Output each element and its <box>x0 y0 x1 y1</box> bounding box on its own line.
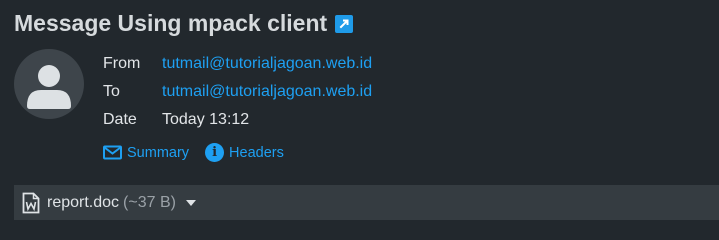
from-row: From tutmail@tutorialjagoan.web.id <box>103 52 372 80</box>
sender-avatar <box>14 49 84 119</box>
message-subject: Message Using mpack client <box>14 10 328 36</box>
date-label: Date <box>103 111 137 128</box>
attachment-name-link[interactable]: report.doc <box>47 194 119 212</box>
date-row: Date Today 13:12 <box>103 108 372 136</box>
headers-label: Headers <box>229 144 284 161</box>
attachment-size: (~37 B) <box>123 193 176 211</box>
to-row: To tutmail@tutorialjagoan.web.id <box>103 80 372 108</box>
summary-label: Summary <box>127 144 190 161</box>
chevron-down-icon[interactable] <box>185 199 196 206</box>
headers-link[interactable]: i Headers <box>205 143 284 162</box>
to-address-link[interactable]: tutmail@tutorialjagoan.web.id <box>162 80 372 108</box>
date-value: Today 13:12 <box>162 111 250 128</box>
summary-link[interactable]: Summary <box>103 145 189 161</box>
external-link-icon <box>339 19 349 28</box>
user-icon <box>27 65 71 109</box>
word-document-icon <box>22 192 40 213</box>
envelope-icon <box>103 145 122 160</box>
message-view: Message Using mpack client From tutmail@… <box>0 0 719 240</box>
open-in-new-window-button[interactable] <box>335 14 354 33</box>
message-headers: From tutmail@tutorialjagoan.web.id To tu… <box>103 52 372 136</box>
from-label: From <box>103 55 141 72</box>
info-icon: i <box>205 143 225 162</box>
subject-row: Message Using mpack client <box>14 10 354 37</box>
from-address-link[interactable]: tutmail@tutorialjagoan.web.id <box>162 52 372 80</box>
header-actions: Summary i Headers <box>103 143 284 162</box>
to-label: To <box>103 83 120 100</box>
attachment-bar: report.doc (~37 B) <box>14 185 719 220</box>
